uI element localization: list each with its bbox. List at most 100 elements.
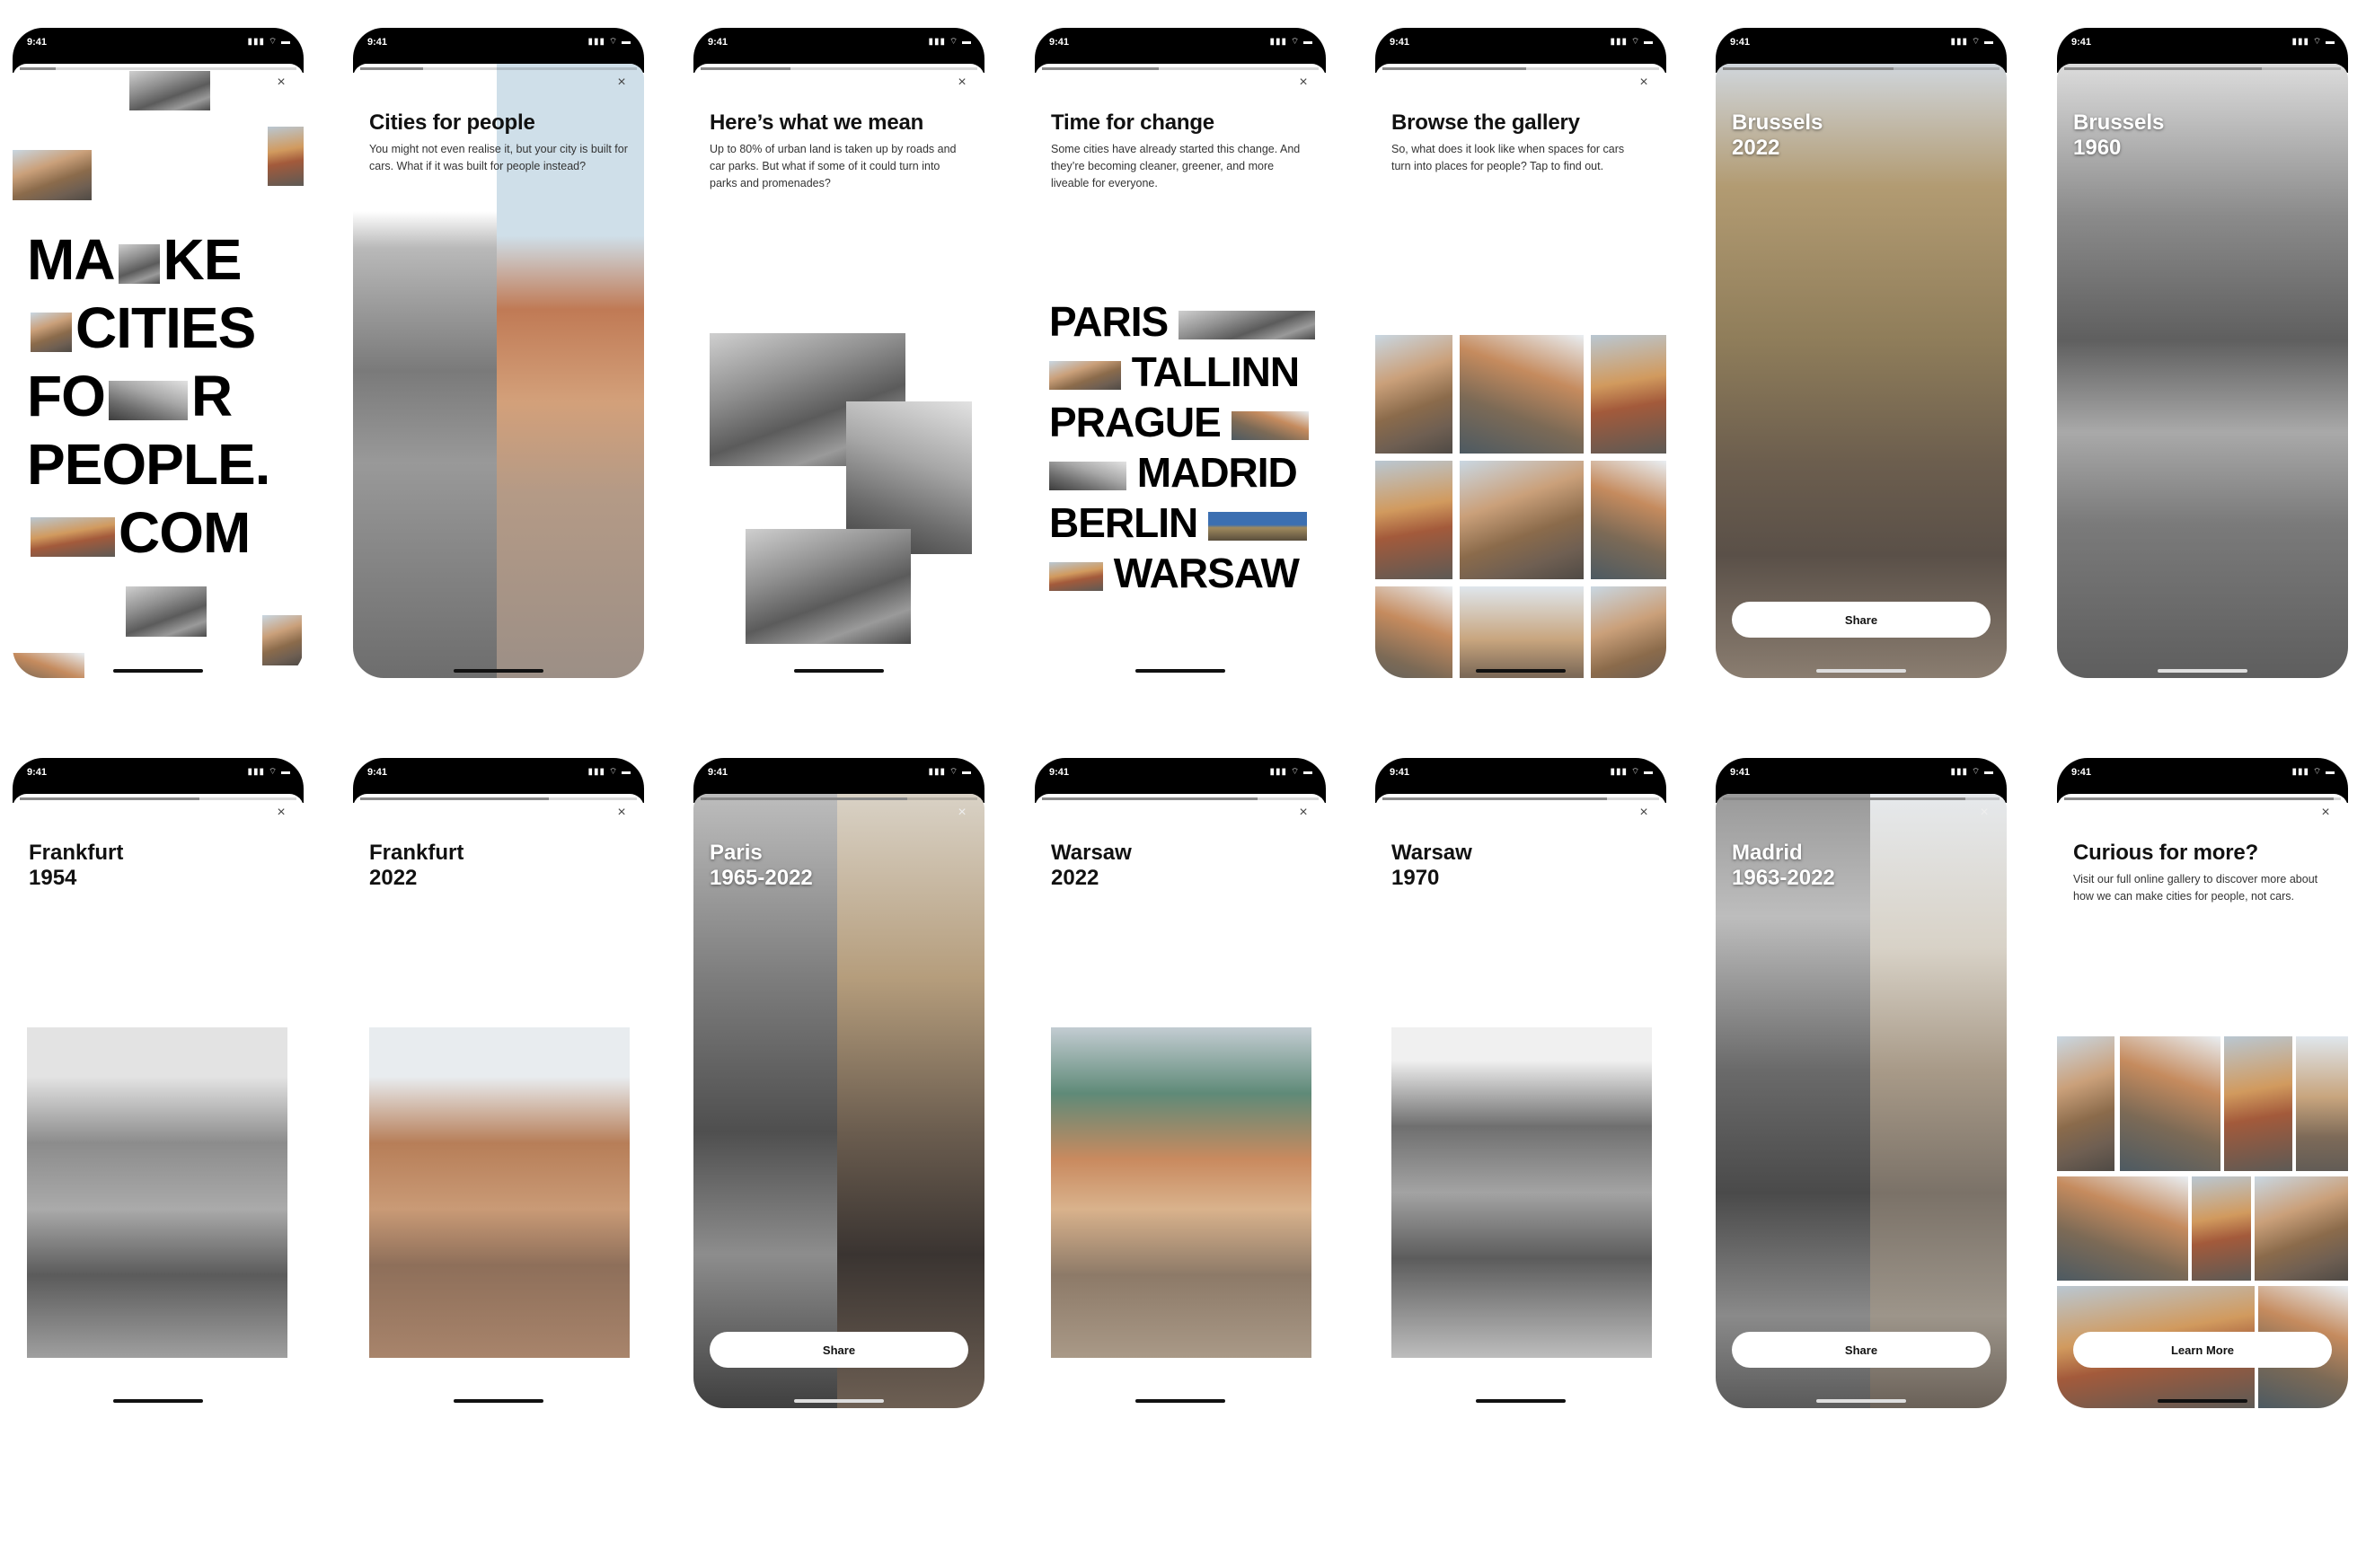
status-time: 9:41 <box>1730 767 1751 778</box>
city-word[interactable]: WARSAW <box>1114 550 1300 596</box>
photo-thumb[interactable] <box>268 127 304 186</box>
photo-chip[interactable] <box>118 244 160 285</box>
share-button[interactable]: Share <box>1732 602 1991 638</box>
photo-thumb[interactable] <box>13 150 92 200</box>
city-caption: Brussels 1960 <box>2073 110 2164 161</box>
gallery-tile[interactable] <box>1460 461 1584 579</box>
screen-title: Time for change <box>1051 110 1214 135</box>
status-time: 9:41 <box>708 767 728 778</box>
gallery-tile[interactable] <box>1591 461 1666 579</box>
status-icons: ▮▮▮ ⌔ ▬ <box>247 767 291 777</box>
close-icon[interactable]: × <box>952 73 972 92</box>
photo-thumb[interactable] <box>13 653 84 678</box>
gallery-tile[interactable] <box>1460 335 1584 454</box>
close-icon[interactable]: × <box>271 73 291 92</box>
city-name: Warsaw <box>1391 841 1472 865</box>
story-progress <box>1035 67 1326 73</box>
screen-paris-1965-2022: 9:41 ▮▮▮ ⌔ ▬ Paris 1965-2022 Share × <box>693 758 984 1408</box>
close-icon[interactable]: × <box>1293 73 1313 92</box>
city-word[interactable]: BERLIN <box>1049 499 1198 546</box>
city-photo[interactable] <box>1051 1027 1311 1358</box>
photo-thumb[interactable] <box>262 615 302 665</box>
photo-chip[interactable] <box>31 517 115 558</box>
close-icon[interactable]: × <box>612 73 631 92</box>
city-caption: Warsaw 1970 <box>1391 841 1472 891</box>
share-button[interactable]: Share <box>710 1332 968 1368</box>
city-year: 2022 <box>369 866 418 890</box>
gallery-tile[interactable] <box>2224 1036 2292 1171</box>
story-progress <box>1035 797 1326 803</box>
close-icon[interactable]: × <box>952 803 972 823</box>
comparison-photo-color[interactable] <box>837 794 984 1408</box>
photo-thumb[interactable] <box>129 71 210 110</box>
share-button[interactable]: Share <box>1732 1332 1991 1368</box>
photo-chip <box>1178 310 1315 339</box>
headline-line-2: CITIES <box>27 299 256 357</box>
status-icons: ▮▮▮ ⌔ ▬ <box>928 767 972 777</box>
status-time: 9:41 <box>1390 767 1410 778</box>
screen-description: So, what does it look like when spaces f… <box>1391 143 1625 172</box>
home-indicator <box>1476 669 1566 673</box>
city-caption: Paris 1965-2022 <box>710 841 813 891</box>
close-icon[interactable]: × <box>2316 803 2335 823</box>
gallery-tile[interactable] <box>1460 586 1584 678</box>
close-icon[interactable]: × <box>1293 803 1313 823</box>
gallery-tile[interactable] <box>1591 586 1666 678</box>
gallery-tile[interactable] <box>1375 461 1452 579</box>
status-icons: ▮▮▮ ⌔ ▬ <box>587 37 631 47</box>
photo-thumb[interactable] <box>126 586 207 637</box>
close-icon[interactable]: × <box>271 803 291 823</box>
collage-photo[interactable] <box>746 529 911 644</box>
photo-chip[interactable] <box>108 381 188 421</box>
city-row-tallinn: TALLINN <box>1049 348 1313 396</box>
screen-description: You might not even realise it, but your … <box>369 143 628 172</box>
headline-line-4: PEOPLE. <box>27 436 270 493</box>
gallery-tile[interactable] <box>2255 1176 2348 1281</box>
gallery-tile[interactable] <box>1591 335 1666 454</box>
city-word[interactable]: PARIS <box>1049 298 1169 345</box>
gallery-tile[interactable] <box>1375 586 1452 678</box>
city-photo[interactable] <box>27 1027 287 1358</box>
screen-madrid-1963-2022: 9:41 ▮▮▮ ⌔ ▬ Madrid 1963-2022 Share × <box>1716 758 2007 1408</box>
city-photo[interactable] <box>369 1027 630 1358</box>
city-word[interactable]: TALLINN <box>1132 348 1300 395</box>
gallery-tile[interactable] <box>2057 1176 2188 1281</box>
story-progress <box>1375 797 1666 803</box>
gallery-tile[interactable] <box>1375 335 1452 454</box>
status-icons: ▮▮▮ ⌔ ▬ <box>1950 767 1994 777</box>
close-icon[interactable]: × <box>1974 803 1994 823</box>
close-icon[interactable]: × <box>1634 803 1654 823</box>
headline-text: R <box>190 364 233 428</box>
home-indicator <box>2158 669 2247 673</box>
city-photo[interactable] <box>1391 1027 1652 1358</box>
city-row-paris: PARIS <box>1049 297 1315 346</box>
status-icons: ▮▮▮ ⌔ ▬ <box>1610 767 1654 777</box>
home-indicator <box>113 669 203 673</box>
gallery-tile[interactable] <box>2057 1036 2114 1171</box>
photo-chip[interactable] <box>31 313 72 353</box>
learn-more-button[interactable]: Learn More <box>2073 1332 2332 1368</box>
city-word[interactable]: MADRID <box>1137 449 1298 496</box>
city-row-berlin: BERLIN <box>1049 498 1313 547</box>
close-icon[interactable]: × <box>1634 73 1654 92</box>
screen-frankfurt-2022: 9:41 ▮▮▮ ⌔ ▬ Frankfurt 2022 × <box>353 758 644 1408</box>
photo-chip <box>1231 410 1309 440</box>
home-indicator <box>1476 1399 1566 1403</box>
city-year: 2022 <box>1732 136 1780 160</box>
city-word[interactable]: PRAGUE <box>1049 399 1222 445</box>
status-time: 9:41 <box>367 767 388 778</box>
gallery-tile[interactable] <box>2192 1176 2251 1281</box>
city-row-warsaw: WARSAW <box>1049 549 1313 597</box>
gallery-tile[interactable] <box>2296 1036 2348 1171</box>
story-progress <box>1375 67 1666 73</box>
story-progress <box>2057 797 2348 803</box>
screen-intro: 9:41 ▮▮▮ ⌔ ▬ MA KE CITIES FO R PEOPLE. COM … <box>13 28 304 678</box>
story-progress <box>1716 797 2007 803</box>
headline-text: MA <box>27 227 116 292</box>
status-icons: ▮▮▮ ⌔ ▬ <box>1610 37 1654 47</box>
status-time: 9:41 <box>1049 767 1070 778</box>
comparison-photo-color[interactable] <box>1870 794 2007 1408</box>
close-icon[interactable]: × <box>612 803 631 823</box>
headline-text: KE <box>163 227 243 292</box>
gallery-tile[interactable] <box>2120 1036 2220 1171</box>
